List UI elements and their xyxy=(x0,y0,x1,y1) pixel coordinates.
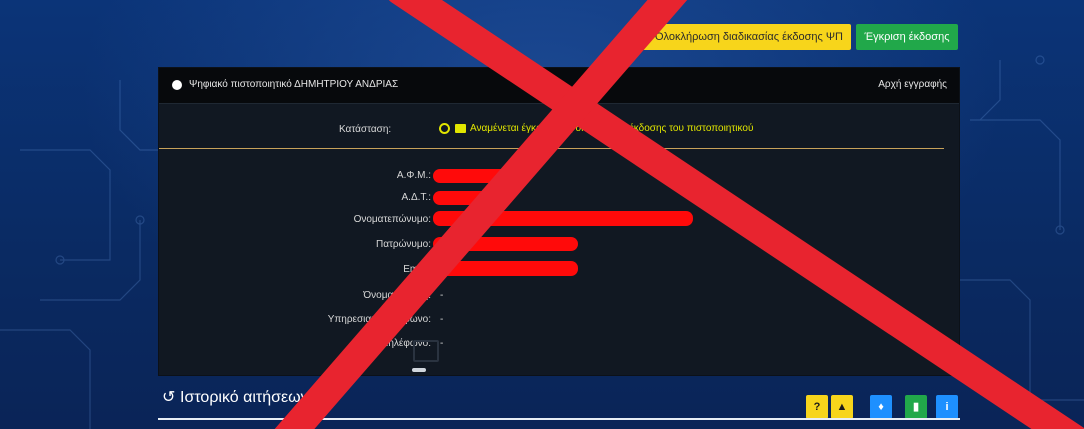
notify-button[interactable]: ♦ xyxy=(870,395,892,419)
info-button[interactable]: i xyxy=(936,395,958,419)
registration-authority-link[interactable]: Αρχή εγγραφής xyxy=(878,79,947,90)
certificate-panel: Ψηφιακό πιστοποιητικό ΔΗΜΗΤΡΙΟΥ ΑΝΔΡΙΑΣ … xyxy=(158,67,960,376)
scroll-handle[interactable] xyxy=(412,368,426,372)
circle-icon xyxy=(172,80,182,90)
redaction-bar xyxy=(433,211,693,226)
afm-label: Α.Φ.Μ.: xyxy=(396,170,431,181)
redaction-bar xyxy=(433,169,507,183)
lock-icon: ▲ xyxy=(836,401,848,413)
office-phone-label: Υπηρεσιακό τηλέφωνο: xyxy=(327,314,431,325)
approve-issue-button[interactable]: Έγκριση έκδοσης xyxy=(856,24,958,50)
history-title: Ιστορικό αιτήσεων xyxy=(180,389,309,406)
certificate-title: Ψηφιακό πιστοποιητικό ΔΗΜΗΤΡΙΟΥ ΑΝΔΡΙΑΣ xyxy=(189,79,399,90)
redaction-bar xyxy=(433,237,578,251)
divider xyxy=(159,148,944,149)
father-name-label: Πατρώνυμο: xyxy=(375,239,431,250)
monitor-icon xyxy=(413,340,439,362)
username-value: - xyxy=(440,290,444,301)
certificate-header: Ψηφιακό πιστοποιητικό ΔΗΜΗΤΡΙΟΥ ΑΝΔΡΙΑΣ … xyxy=(159,68,959,104)
lock-button[interactable]: ▲ xyxy=(831,395,853,419)
document-button[interactable]: ▮ xyxy=(905,395,927,419)
complete-process-button[interactable]: Ολοκλήρωση διαδικασίας έκδοσης ΨΠ xyxy=(636,24,851,50)
office-phone-value: - xyxy=(440,314,444,325)
history-divider xyxy=(158,418,960,420)
bell-icon: ♦ xyxy=(878,401,884,413)
help-button[interactable]: ? xyxy=(806,395,828,419)
adt-label: Α.Δ.Τ.: xyxy=(401,192,431,203)
fullname-label: Ονοματεπώνυμο: xyxy=(353,214,431,225)
status-text: Αναμένεται έγκριση της διαδικασίας έκδοσ… xyxy=(470,123,754,134)
redaction-bar xyxy=(433,261,578,276)
username-label: Όνομα χρήστη: xyxy=(363,290,431,301)
status-label: Κατάσταση: xyxy=(339,124,392,135)
info-icon: i xyxy=(945,401,949,413)
mobile-phone-value: - xyxy=(440,338,444,349)
history-icon: ↺ xyxy=(162,389,176,406)
envelope-icon xyxy=(455,124,466,133)
help-icon: ? xyxy=(813,401,821,413)
redaction-bar xyxy=(433,191,493,205)
email-label: Email: xyxy=(403,264,431,275)
mobile-phone-label: Κινητό τηλέφωνο: xyxy=(352,338,431,349)
status-circle-icon xyxy=(439,123,450,134)
document-icon: ▮ xyxy=(912,401,920,413)
